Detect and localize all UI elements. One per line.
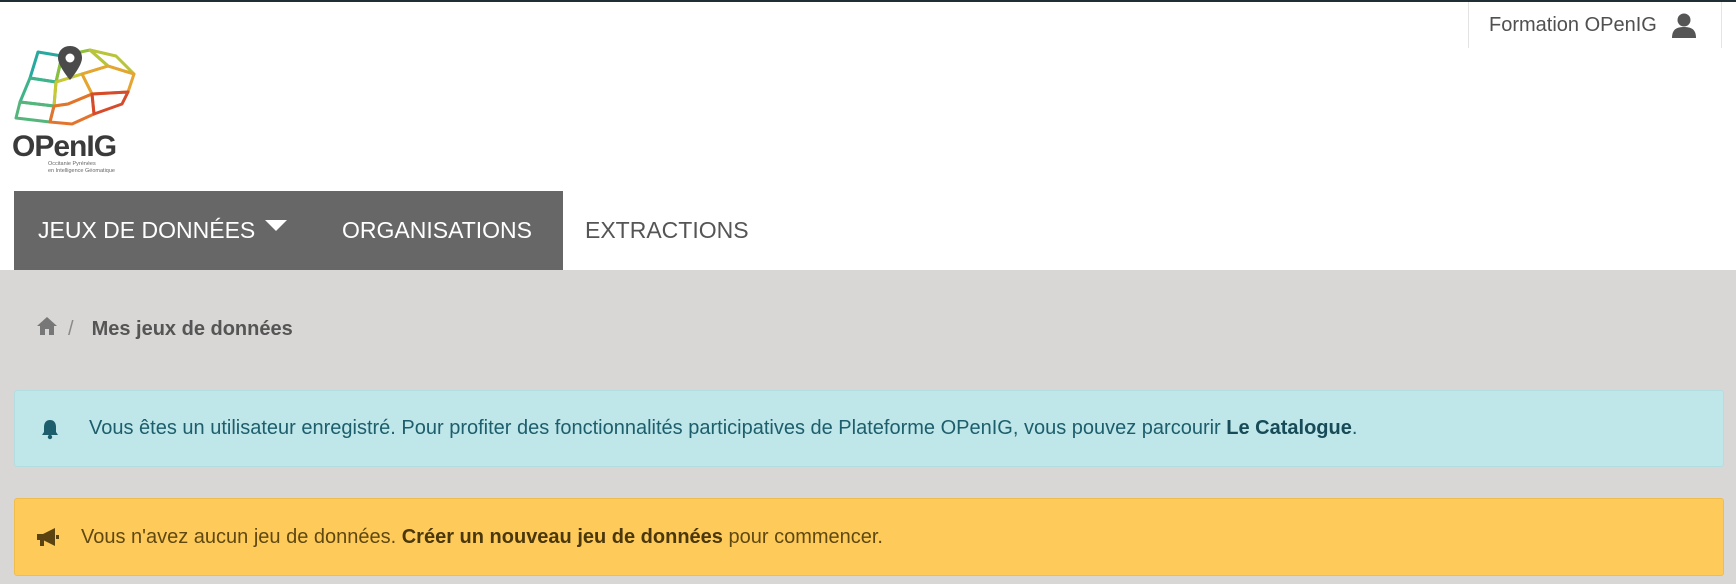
nav-item-jeux-de-donnees[interactable]: JEUX DE DONNÉES (14, 191, 314, 270)
info-alert: Vous êtes un utilisateur enregistré. Pou… (14, 390, 1724, 467)
nav-label-extractions: EXTRACTIONS (585, 217, 749, 243)
caret-down-icon (265, 220, 288, 231)
catalogue-link[interactable]: Le Catalogue (1226, 417, 1352, 439)
logo-wordmark: OPenIG (12, 130, 116, 163)
create-dataset-link[interactable]: Créer un nouveau jeu de données (402, 526, 723, 548)
user-icon (1671, 12, 1697, 38)
home-icon[interactable] (36, 316, 58, 342)
main-content: / Mes jeux de données Vous êtes un utili… (0, 270, 1736, 584)
logo-tagline-1: Occitanie Pyrénées (48, 161, 96, 167)
nav-label-organisations: ORGANISATIONS (342, 217, 532, 243)
bullhorn-icon (35, 526, 61, 548)
info-alert-message: Vous êtes un utilisateur enregistré. Pou… (89, 417, 1227, 439)
info-alert-suffix: . (1351, 417, 1358, 439)
main-nav: JEUX DE DONNÉES ORGANISATIONS EXTRACTION… (14, 191, 749, 270)
breadcrumb-separator: / (68, 317, 74, 340)
openig-logo[interactable]: OPenIG Occitanie Pyrénées en Intelligenc… (10, 44, 142, 178)
user-name[interactable]: Formation OPenIG (1489, 14, 1657, 37)
logo-tagline-2: en Intelligence Géomatique (48, 168, 115, 174)
info-alert-text: Vous êtes un utilisateur enregistré. Pou… (89, 417, 1357, 440)
bell-icon (39, 418, 61, 440)
breadcrumb-current: Mes jeux de données (91, 317, 293, 340)
nav-item-organisations[interactable]: ORGANISATIONS (314, 191, 563, 270)
warning-alert: Vous n'avez aucun jeu de données. Créer … (14, 498, 1724, 576)
user-menu[interactable]: Formation OPenIG (1468, 2, 1722, 48)
nav-item-extractions[interactable]: EXTRACTIONS (563, 191, 749, 270)
warning-alert-message: Vous n'avez aucun jeu de données. (81, 525, 402, 548)
nav-label-jeux-de-donnees: JEUX DE DONNÉES (38, 217, 256, 243)
warning-alert-suffix: pour commencer. (722, 525, 883, 548)
breadcrumb: / Mes jeux de données (36, 314, 293, 344)
warning-alert-text: Vous n'avez aucun jeu de données. Créer … (81, 526, 883, 549)
